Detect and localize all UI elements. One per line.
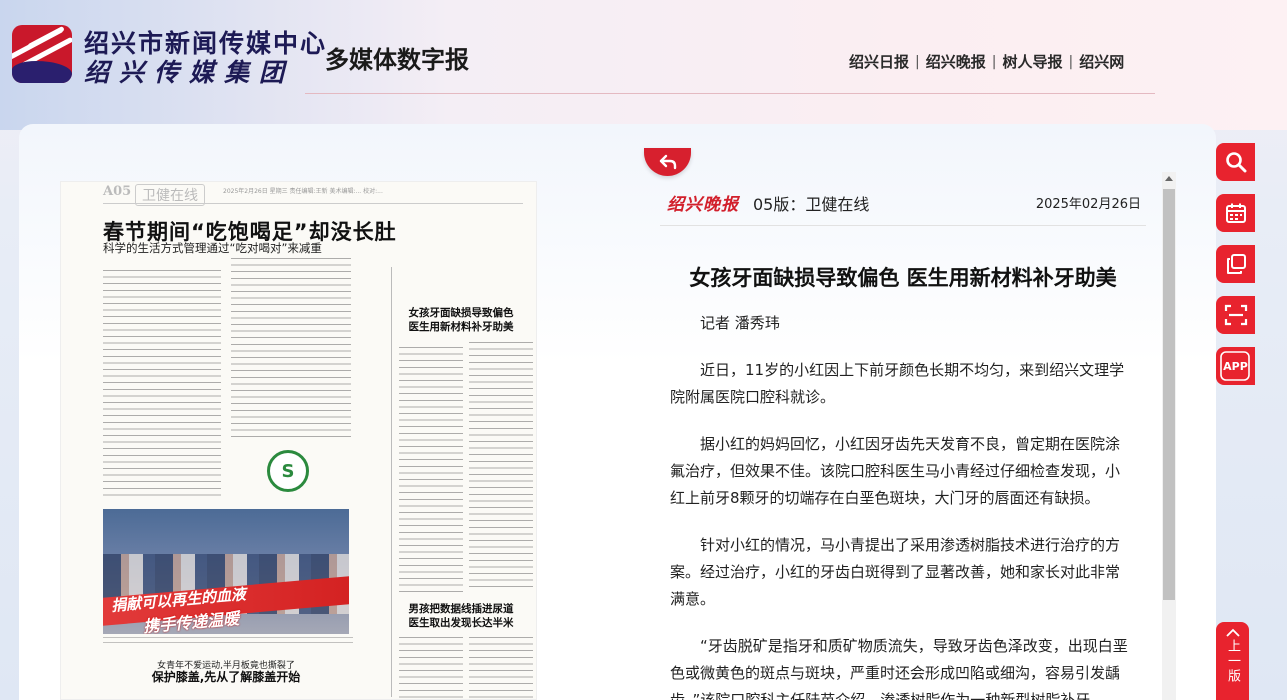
paper-text-column[interactable] (399, 637, 463, 699)
calendar-button[interactable] (1216, 194, 1255, 232)
article-paragraph: 针对小红的情况，马小青提出了采用渗透树脂技术进行治疗的方案。经过治疗，小红的牙齿… (670, 536, 1121, 608)
header-divider (305, 93, 1155, 94)
app-icon (1220, 351, 1250, 381)
newspaper-brand-logo: 绍兴晚报 (667, 195, 739, 215)
top-nav: 绍兴日报 | 绍兴晚报 | 树人导报 | 绍兴网 (849, 51, 1124, 72)
scan-button[interactable] (1216, 296, 1255, 334)
paper-photo-caption (103, 637, 353, 647)
edition-label: 05版：卫健在线 (753, 195, 870, 214)
nav-link-shaoxing-evening[interactable]: 绍兴晚报 (926, 51, 986, 72)
paper-text-column[interactable] (103, 270, 221, 500)
paper-text-column[interactable] (231, 258, 351, 438)
paper-photo[interactable]: 捐献可以再生的血液 携手传递温暖 (103, 509, 349, 634)
paper-article-headline[interactable]: 保护膝盖,先从了解膝盖开始 (103, 668, 349, 685)
chevron-up-icon (1225, 628, 1240, 637)
scroll-up-arrow-icon[interactable] (1165, 176, 1173, 181)
search-button[interactable] (1216, 143, 1255, 181)
paper-logo-icon: S (267, 450, 309, 492)
article-header: 绍兴晚报 05版：卫健在线 2025年02月26日 (660, 186, 1146, 226)
newspaper-page-image[interactable]: A05 卫健在线 2025年2月26日 星期三 责任编辑:王新 美术编辑:...… (60, 181, 537, 700)
article-body: 记者 潘秀玮 近日，11岁的小红因上下前牙颜色长期不均匀，来到绍兴文理学院附属医… (670, 310, 1130, 700)
nav-link-shuren-daobao[interactable]: 树人导报 (1002, 51, 1062, 72)
nav-separator: | (915, 53, 920, 70)
paper-subhead: 科学的生活方式管理通过“吃对喝对”来减重 (103, 241, 322, 255)
article-paragraph: 据小红的妈妈回忆，小红因牙齿先天发育不良，曾定期在医院涂氟治疗，但效果不佳。该院… (670, 435, 1121, 507)
site-title: 多媒体数字报 (325, 45, 469, 74)
paper-section-label: 卫健在线 (135, 184, 205, 206)
article-paragraph: “牙齿脱矿是指牙和质矿物质流失，导致牙齿色泽改变，出现白垩色或微黄色的斑点与斑块… (670, 637, 1128, 700)
paper-text-column[interactable] (469, 342, 533, 592)
issue-date: 2025年02月26日 (1035, 197, 1141, 212)
paper-text-column[interactable] (469, 637, 533, 699)
nav-link-shaoxing-daily[interactable]: 绍兴日报 (849, 51, 909, 72)
nav-link-shaoxing-net[interactable]: 绍兴网 (1079, 51, 1124, 72)
scrollbar-thumb[interactable] (1163, 189, 1175, 600)
copy-icon (1226, 254, 1246, 274)
article-byline: 记者 潘秀玮 (700, 314, 780, 332)
back-arrow-icon (659, 154, 676, 170)
paper-meta: 2025年2月26日 星期三 责任编辑:王新 美术编辑:... 校对:... (223, 188, 383, 195)
paper-page-number: A05 (103, 184, 132, 199)
nav-separator: | (991, 53, 997, 70)
logo-icon[interactable] (12, 25, 72, 83)
article-title: 女孩牙面缺损导致偏色 医生用新材料补牙助美 (689, 266, 1117, 290)
paper-page-header: A05 卫健在线 2025年2月26日 星期三 责任编辑:王新 美术编辑:...… (103, 184, 523, 206)
scan-icon (1224, 304, 1247, 326)
nav-separator: | (1068, 53, 1074, 70)
logo-subtitle: 绍兴传媒集团 (84, 58, 295, 87)
paper-article-headline[interactable]: 女孩牙面缺损导致偏色 医生用新材料补牙助美 (391, 306, 531, 334)
app-download-button[interactable]: APP (1216, 347, 1255, 385)
paper-text-column[interactable] (399, 347, 463, 592)
copy-button[interactable] (1216, 245, 1255, 283)
search-icon (1225, 152, 1246, 173)
previous-page-label: 上一版 (1225, 639, 1240, 684)
calendar-icon (1225, 203, 1246, 223)
article-paragraph: 近日，11岁的小红因上下前牙颜色长期不均匀，来到绍兴文理学院附属医院口腔科就诊。 (670, 361, 1125, 406)
paper-article-headline[interactable]: 男孩把数据线插进尿道 医生取出发现长达半米 (391, 602, 531, 630)
previous-page-button[interactable]: 上一版 (1216, 622, 1249, 700)
